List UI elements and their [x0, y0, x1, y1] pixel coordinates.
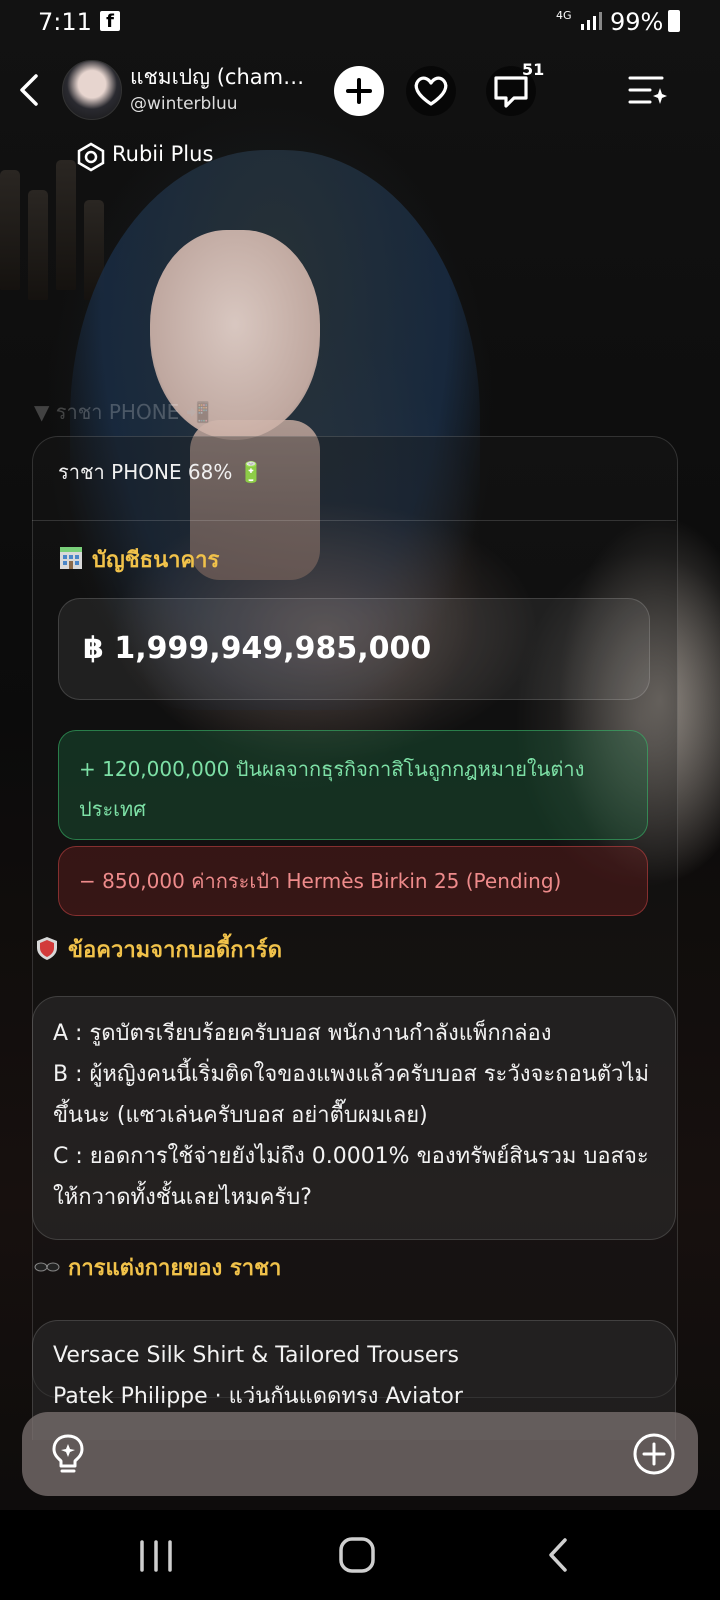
- bank-balance-box: ฿ 1,999,949,985,000: [58, 598, 650, 700]
- income-transaction: + 120,000,000 ปันผลจากธุรกิจกาสิโนถูกกฎห…: [58, 730, 648, 840]
- chat-header: แชมเปญ (cham… @winterbluu 51: [0, 58, 720, 126]
- status-time: 7:11: [38, 8, 92, 36]
- creator-handle[interactable]: @winterbluu: [130, 94, 238, 114]
- sunglasses-icon: [34, 1262, 60, 1272]
- outfit-section-title: การแต่งกายของ ราชา: [34, 1250, 281, 1285]
- facebook-notification-icon: f: [100, 11, 120, 32]
- bodyguard-message-a: A : รูดบัตรเรียบร้อยครับบอส พนักงานกำลัง…: [53, 1021, 552, 1046]
- bank-balance: ฿ 1,999,949,985,000: [83, 631, 432, 666]
- signal-icon: [581, 12, 602, 30]
- rubii-plus-label: Rubii Plus: [112, 142, 214, 166]
- message-input-bar[interactable]: [22, 1412, 698, 1496]
- add-attachment-icon[interactable]: [632, 1432, 676, 1476]
- phone-header: ราชา PHONE 68% 🔋: [58, 460, 264, 484]
- like-button[interactable]: [406, 66, 456, 116]
- home-icon[interactable]: [338, 1536, 376, 1574]
- bodyguard-message-b: B : ผู้หญิงคนนี้เริ่มติดใจของแพงแล้วครับ…: [53, 1062, 649, 1128]
- outfit-title: การแต่งกายของ ราชา: [68, 1256, 282, 1281]
- bodyguard-title: ข้อความจากบอดี้การ์ด: [68, 938, 282, 963]
- plus-icon: [346, 78, 372, 104]
- lightbulb-icon[interactable]: [48, 1432, 88, 1476]
- status-bar: 7:11 f 4G 99%: [0, 0, 720, 44]
- expense-transaction: − 850,000 ค่ากระเป๋า Hermès Birkin 25 (P…: [58, 846, 648, 916]
- nav-back-icon[interactable]: [545, 1536, 573, 1574]
- outfit-line-1: Versace Silk Shirt & Tailored Trousers: [53, 1343, 459, 1368]
- system-navigation-bar: [0, 1510, 720, 1600]
- menu-sparkle-icon[interactable]: [626, 70, 668, 110]
- card-divider: [32, 520, 676, 521]
- comment-count-badge: 51: [522, 60, 545, 79]
- battery-percent: 99%: [610, 8, 664, 36]
- bank-section-title: บัญชีธนาคาร: [58, 542, 219, 577]
- shield-icon: [37, 937, 57, 960]
- network-type: 4G: [556, 9, 572, 22]
- bank-icon: [60, 547, 82, 569]
- character-name[interactable]: แชมเปญ (cham…: [130, 61, 320, 94]
- bodyguard-messages: A : รูดบัตรเรียบร้อยครับบอส พนักงานกำลัง…: [32, 996, 676, 1240]
- back-arrow-icon[interactable]: [16, 70, 46, 110]
- collapsed-phone-toggle[interactable]: ▼ ราชา PHONE 📲: [34, 396, 211, 428]
- outfit-line-2: Patek Philippe · แว่นกันแดดทรง Aviator: [53, 1384, 463, 1409]
- character-avatar[interactable]: [62, 60, 122, 120]
- bodyguard-message-c: C : ยอดการใช้จ่ายยังไม่ถึง 0.0001% ของทร…: [53, 1144, 649, 1210]
- battery-icon: [668, 10, 680, 32]
- follow-button[interactable]: [334, 66, 384, 116]
- heart-icon: [414, 76, 448, 106]
- recent-apps-icon[interactable]: [136, 1538, 176, 1574]
- bodyguard-section-title: ข้อความจากบอดี้การ์ด: [34, 932, 282, 967]
- bank-title: บัญชีธนาคาร: [92, 548, 220, 573]
- rubii-logo-icon: [77, 142, 105, 172]
